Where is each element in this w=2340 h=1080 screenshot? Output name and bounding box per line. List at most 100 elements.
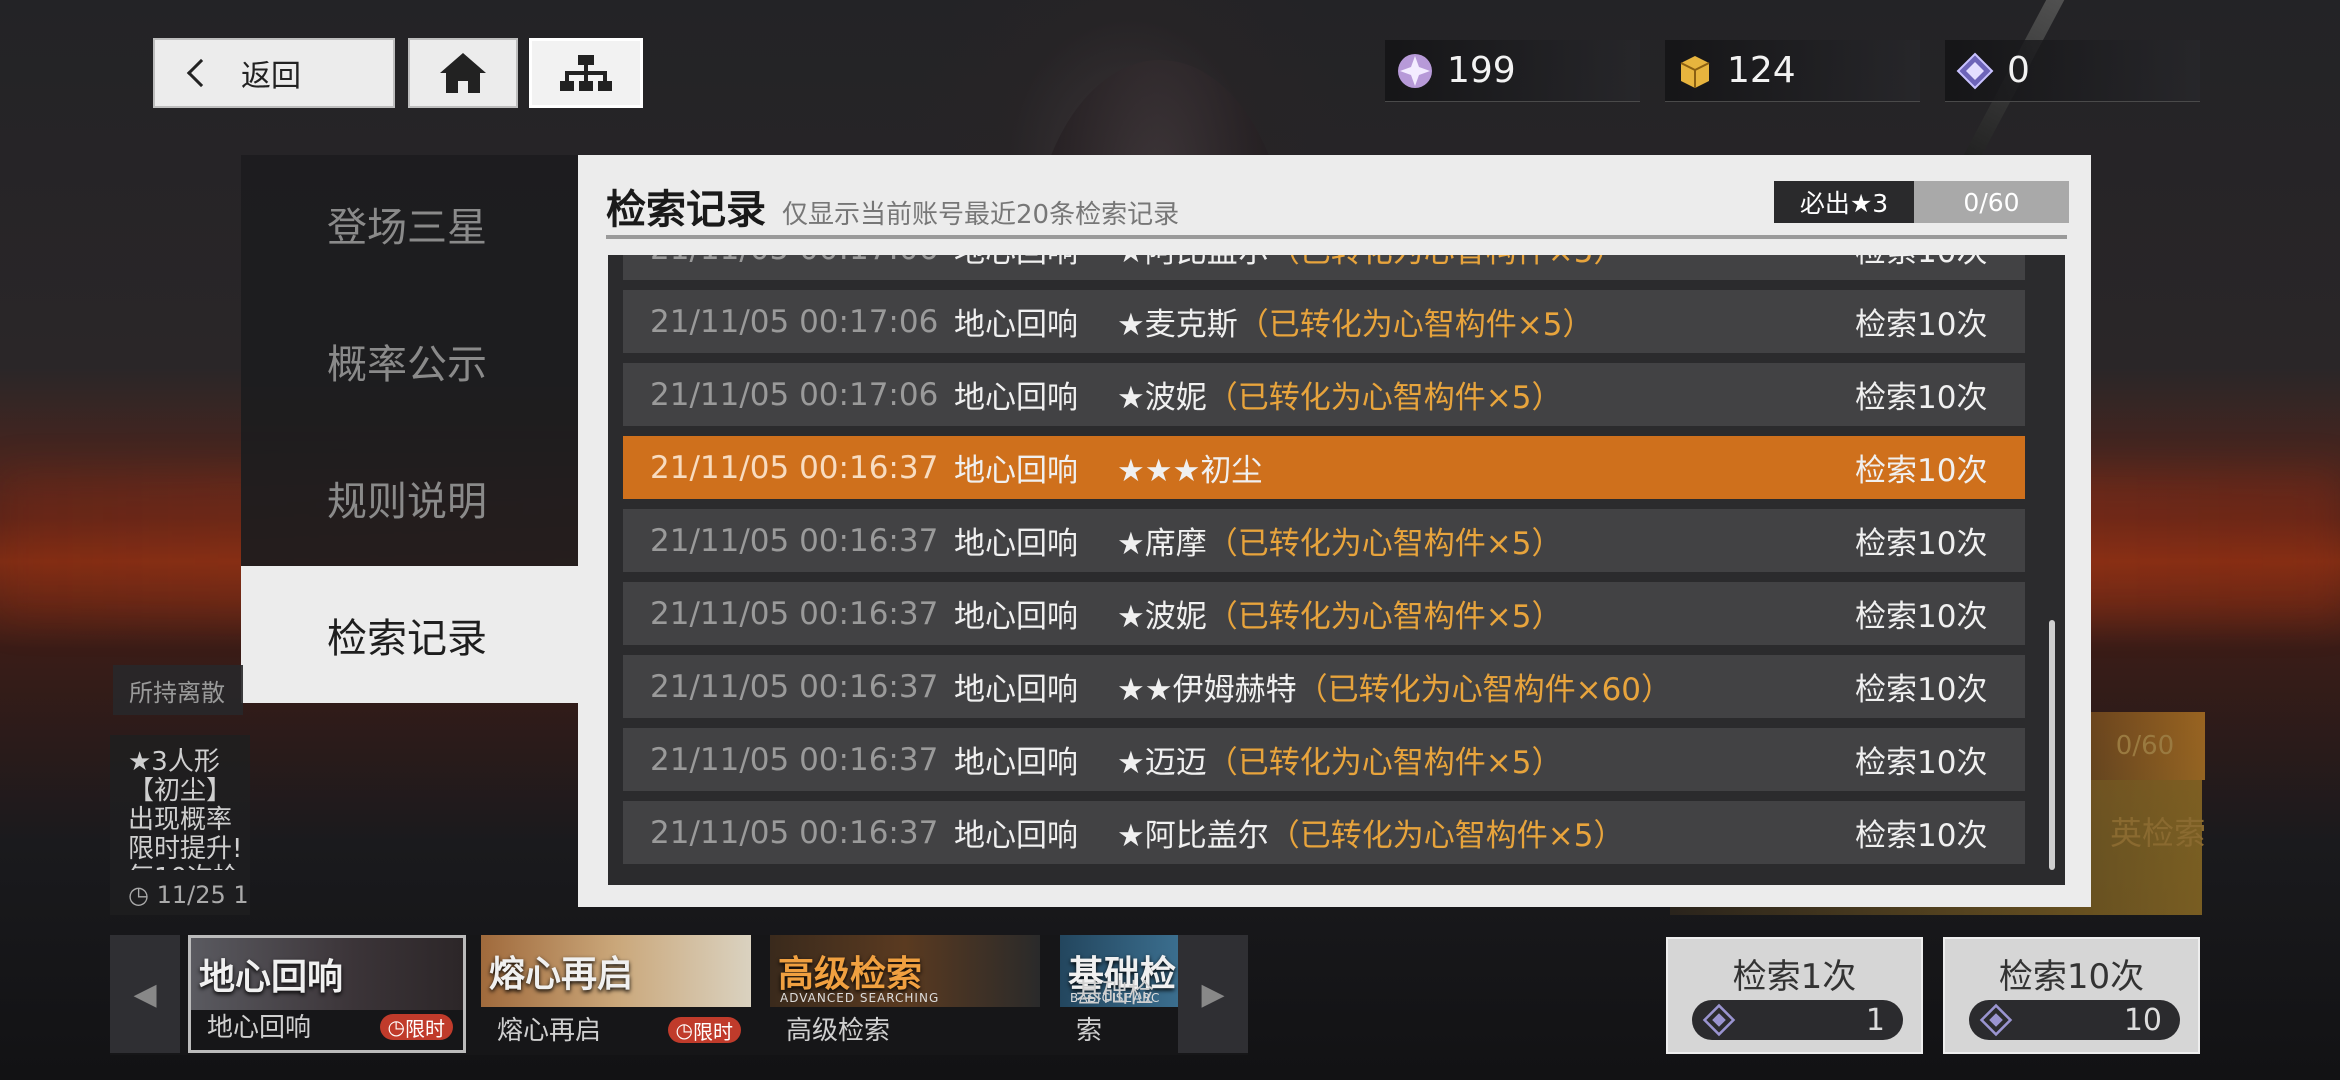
- search-ten-cost: 10: [1969, 1000, 2180, 1040]
- record-time: 21/11/05 00:16:37: [650, 522, 939, 559]
- record-pool: 地心回响: [954, 672, 1078, 708]
- crystal-icon: [1395, 51, 1435, 91]
- chevron-right-icon: ▶: [1201, 976, 1225, 1012]
- tab-rules[interactable]: 规则说明: [241, 429, 578, 566]
- tab-label: 规则说明: [327, 478, 487, 525]
- chevron-left-icon: ◀: [133, 976, 157, 1012]
- record-conversion: （已转化为心智构件×60）: [1296, 672, 1673, 708]
- tab-search-record[interactable]: 检索记录: [241, 566, 578, 703]
- scrollbar[interactable]: [2049, 620, 2055, 870]
- record-list-content: 21/11/05 00:17:06地心回响★阿比盖尔（已转化为心智构件×5）检索…: [608, 255, 2065, 874]
- record-result-name: ★麦克斯: [1117, 307, 1238, 343]
- record-result-name: ★波妮: [1117, 380, 1207, 416]
- record-row: 21/11/05 00:17:06 地心回响 ★麦克斯（已转化为心智构件×5） 检索1…: [623, 290, 2025, 353]
- currency-search-ticket[interactable]: 0: [1945, 40, 2200, 102]
- banner-title: 地心回响: [199, 957, 344, 998]
- record-result-name: ★★★初尘: [1117, 453, 1263, 489]
- pool-info-label: 所持离散: [113, 665, 243, 715]
- record-pool: 地心回响: [954, 380, 1078, 416]
- record-conversion: （已转化为心智构件×5）: [1268, 818, 1625, 854]
- record-result: ★★★初尘: [1117, 445, 1855, 490]
- limited-badge: ◷ 限时: [667, 1017, 741, 1044]
- banner-core-echo[interactable]: 地心回响 地心回响 ◷ 限时: [188, 935, 466, 1053]
- record-result: ★阿比盖尔（已转化为心智构件×5）: [1117, 810, 1855, 855]
- banner-label: 熔心再启: [497, 1016, 602, 1046]
- search-ticket-icon: [1979, 1003, 2013, 1037]
- pity-label: 必出★3: [1774, 181, 1914, 223]
- record-list[interactable]: 21/11/05 00:17:06地心回响★阿比盖尔（已转化为心智构件×5）检索…: [608, 255, 2065, 885]
- currency-crystal-value: 199: [1447, 50, 1516, 91]
- tab-label: 检索记录: [327, 615, 487, 662]
- pool-description: ★3人形【初尘】出现概率限时提升! 每10次检索必定获得1位★2及以上人形 首次…: [128, 748, 243, 870]
- record-time: 21/11/05 00:16:37: [650, 449, 939, 486]
- record-row: 21/11/05 00:16:37 地心回响 ★★伊姆赫特（已转化为心智构件×60）…: [623, 655, 2025, 718]
- featured-search-label: 英检索: [2110, 814, 2207, 852]
- pool-info-text: 所持离散: [129, 678, 225, 707]
- home-button[interactable]: [408, 38, 518, 108]
- record-pool: 地心回响: [954, 599, 1078, 635]
- record-pool: 地心回响: [954, 526, 1078, 562]
- record-row: 21/11/05 00:17:06 地心回响 ★波妮（已转化为心智构件×5） 检索10…: [623, 363, 2025, 426]
- record-result: ★迈迈（已转化为心智构件×5）: [1117, 737, 1855, 782]
- banner-advanced-search[interactable]: 高级检索 ADVANCED SEARCHING 高级检索: [770, 935, 1040, 1053]
- banner-subtitle: ADVANCED SEARCHING: [780, 991, 940, 1005]
- banner-label: 基础检索: [1076, 979, 1155, 1046]
- record-pool: 地心回响: [954, 745, 1078, 781]
- banner-label: 地心回响: [207, 1013, 312, 1043]
- badge-text: 限时: [693, 1019, 733, 1044]
- record-header: 检索记录 仅显示当前账号最近20条检索记录: [606, 177, 1179, 235]
- record-conversion: （已转化为心智构件×5）: [1269, 255, 1625, 270]
- tab-featured-three-star[interactable]: 登场三星: [241, 155, 578, 292]
- hierarchy-menu-button[interactable]: [529, 38, 643, 108]
- record-conversion: （已转化为心智构件×5）: [1206, 380, 1563, 416]
- banner-basic-search[interactable]: 基础检 BASIC SEARC 基础检索: [1060, 935, 1178, 1053]
- record-row: 21/11/05 00:17:06地心回响★阿比盖尔（已转化为心智构件×5）检索…: [623, 255, 2025, 280]
- record-row: 21/11/05 00:16:37 地心回响 ★波妮（已转化为心智构件×5） 检索10…: [623, 582, 2025, 645]
- tab-probability[interactable]: 概率公示: [241, 292, 578, 429]
- record-conversion: （已转化为心智构件×5）: [1206, 526, 1563, 562]
- tab-label: 概率公示: [327, 341, 487, 388]
- back-button[interactable]: 返回: [153, 38, 395, 108]
- search-once-button[interactable]: 检索1次 1: [1666, 937, 1923, 1054]
- record-result: ★★伊姆赫特（已转化为心智构件×60）: [1117, 664, 1855, 709]
- record-row: 21/11/05 00:16:37 地心回响 ★★★初尘 检索10次: [623, 436, 2025, 499]
- star-counter-value: 0/60: [2115, 731, 2175, 761]
- record-pool: 地心回响: [954, 255, 1117, 271]
- banner-molten-restart[interactable]: 熔心再启 熔心再启 ◷ 限时: [481, 935, 751, 1053]
- tab-label: 登场三星: [327, 204, 487, 251]
- currency-supply[interactable]: 124: [1665, 40, 1920, 102]
- banner-next-button[interactable]: ▶: [1178, 935, 1248, 1053]
- clock-icon: ◷: [387, 1015, 405, 1039]
- record-time: 21/11/05 00:16:37: [650, 814, 939, 851]
- record-search-type: 检索10次: [1855, 672, 1988, 708]
- record-row: 21/11/05 00:16:37 地心回响 ★阿比盖尔（已转化为心智构件×5） 检索…: [623, 801, 2025, 864]
- clock-icon: ◷: [128, 881, 149, 909]
- badge-text: 限时: [405, 1016, 445, 1041]
- record-row: 21/11/05 00:16:37 地心回响 ★迈迈（已转化为心智构件×5） 检索10…: [623, 728, 2025, 791]
- record-result: ★波妮（已转化为心智构件×5）: [1117, 591, 1855, 636]
- search-once-cost-value: 1: [1865, 1002, 1885, 1038]
- record-pool: 地心回响: [954, 307, 1078, 343]
- pity-counter: 必出★3 0/60: [1774, 181, 2069, 223]
- record-search-type: 检索10次: [1855, 818, 1988, 854]
- search-ten-cost-value: 10: [2123, 1002, 2162, 1038]
- record-subtitle: 仅显示当前账号最近20条检索记录: [782, 200, 1180, 230]
- record-result-name: ★迈迈: [1117, 745, 1207, 781]
- record-search-type: 检索10次: [1855, 526, 1988, 562]
- record-search-type: 检索10次: [1855, 453, 1988, 489]
- pool-deadline: ◷ 11/25 15:59截止: [128, 875, 248, 910]
- record-conversion: （已转化为心智构件×5）: [1206, 599, 1563, 635]
- record-pool: 地心回响: [954, 453, 1078, 489]
- record-search-type: 检索10次: [1855, 307, 1988, 343]
- record-search-type: 检索10次: [1855, 255, 2025, 271]
- currency-crystal[interactable]: 199: [1385, 40, 1640, 102]
- record-result-name: ★★伊姆赫特: [1117, 672, 1297, 708]
- banner-prev-button[interactable]: ◀: [110, 935, 180, 1053]
- chevron-left-icon: [186, 58, 216, 88]
- search-ten-button[interactable]: 检索10次 10: [1943, 937, 2200, 1054]
- record-result-name: ★席摩: [1117, 526, 1207, 562]
- record-search-type: 检索10次: [1855, 380, 1988, 416]
- record-conversion: （已转化为心智构件×5）: [1206, 745, 1563, 781]
- page-title: 检索记录: [606, 187, 766, 233]
- record-search-type: 检索10次: [1855, 745, 1988, 781]
